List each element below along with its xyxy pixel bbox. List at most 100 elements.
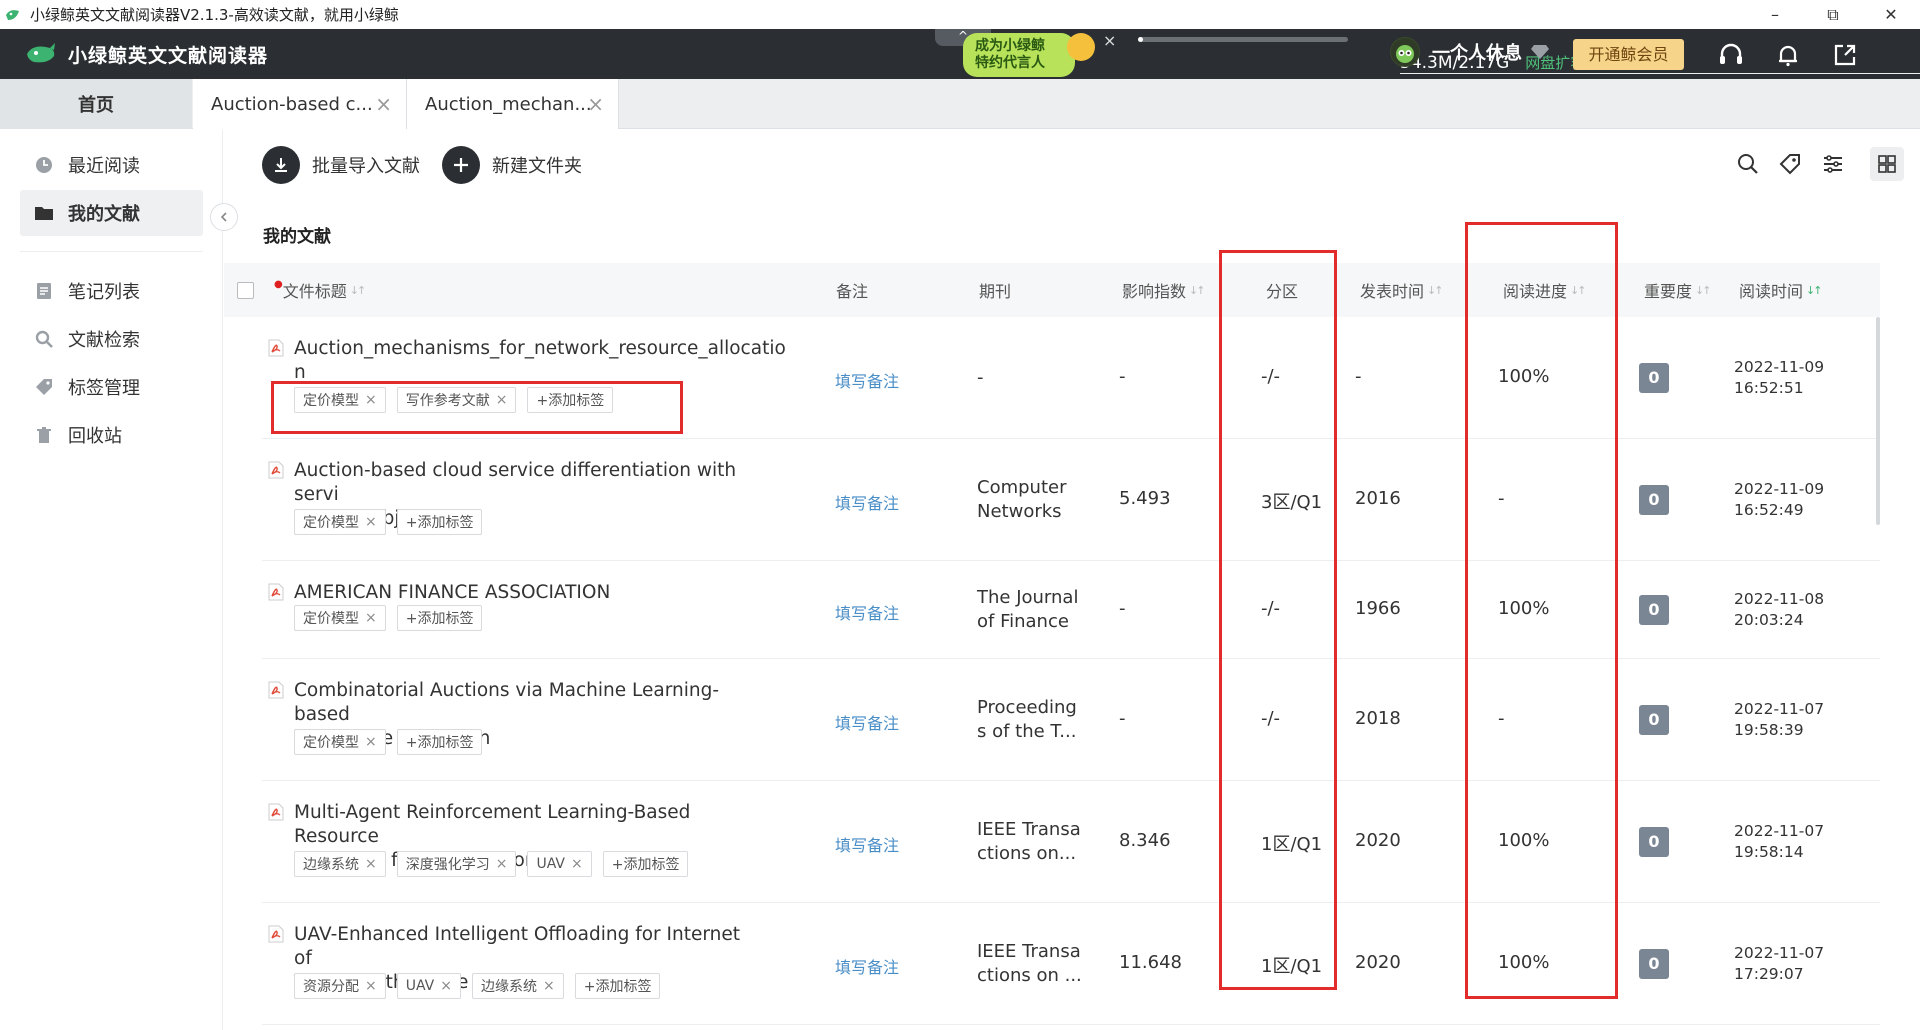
toolbar: 批量导入文献 新建文件夹 bbox=[262, 146, 604, 184]
tag-label: UAV bbox=[536, 856, 565, 872]
importance-badge[interactable]: 0 bbox=[1639, 363, 1669, 393]
note-field[interactable]: 填写备注 bbox=[835, 954, 899, 978]
minimize-button[interactable]: – bbox=[1746, 0, 1804, 29]
column-impact-label: 影响指数 bbox=[1122, 282, 1187, 301]
table-row[interactable]: AMERICAN FINANCE ASSOCIATION 定价模型 × +添加标签 … bbox=[262, 561, 1880, 659]
sidebar-item-my-documents[interactable]: 我的文献 bbox=[20, 190, 203, 236]
add-tag-button[interactable]: +添加标签 bbox=[602, 851, 689, 877]
table-row[interactable]: Combinatorial Auctions via Machine Learn… bbox=[262, 659, 1880, 781]
tag-icon[interactable] bbox=[1778, 152, 1802, 176]
read-time: 2022-11-08 20:03:24 bbox=[1734, 589, 1824, 631]
username: 一个人休息 bbox=[1432, 43, 1522, 64]
sidebar-item-notes[interactable]: 笔记列表 bbox=[20, 268, 203, 314]
tag-remove-icon[interactable]: × bbox=[440, 978, 452, 994]
column-pub-time[interactable]: 发表时间 ↓↑ bbox=[1360, 263, 1444, 317]
add-tag-button[interactable]: +添加标签 bbox=[574, 973, 661, 999]
publish-year: - bbox=[1355, 366, 1362, 387]
document-title[interactable]: AMERICAN FINANCE ASSOCIATION bbox=[294, 581, 754, 605]
tab-close-icon[interactable]: × bbox=[375, 92, 392, 116]
scrollbar[interactable] bbox=[1876, 317, 1880, 525]
read-date: 2022-11-09 bbox=[1734, 358, 1825, 376]
read-date: 2022-11-07 bbox=[1734, 944, 1825, 962]
note-field[interactable]: 填写备注 bbox=[835, 600, 899, 624]
brand[interactable]: 小绿鲸英文文献阅读器 bbox=[24, 40, 268, 68]
tag-remove-icon[interactable]: × bbox=[365, 856, 377, 872]
importance-badge[interactable]: 0 bbox=[1639, 949, 1669, 979]
tag-remove-icon[interactable]: × bbox=[365, 610, 377, 626]
tag-remove-icon[interactable]: × bbox=[365, 978, 377, 994]
table-row[interactable]: UAV-Enhanced Intelligent Offloading for … bbox=[262, 903, 1880, 1025]
sidebar-collapse-button[interactable] bbox=[210, 203, 238, 231]
select-all-checkbox[interactable] bbox=[237, 263, 254, 317]
document-title[interactable]: Auction_mechanisms_for_network_resource_… bbox=[294, 337, 786, 385]
tab-label: 首页 bbox=[78, 95, 114, 116]
importance-badge[interactable]: 0 bbox=[1639, 827, 1669, 857]
add-tag-button[interactable]: +添加标签 bbox=[396, 729, 483, 755]
avatar[interactable] bbox=[1390, 37, 1420, 67]
note-field[interactable]: 填写备注 bbox=[835, 832, 899, 856]
tab-document-2[interactable]: Auction_mechan... × bbox=[407, 79, 619, 129]
tab-label: Auction_mechan... bbox=[425, 93, 592, 115]
publish-year: 2020 bbox=[1355, 830, 1401, 851]
note-field[interactable]: 填写备注 bbox=[835, 710, 899, 734]
table-row[interactable]: Multi-Agent Reinforcement Learning-Based… bbox=[262, 781, 1880, 903]
promo-badge[interactable]: 成为小绿鲸 特约代言人 bbox=[963, 33, 1075, 77]
tag-chip[interactable]: UAV × bbox=[396, 973, 461, 999]
tag-remove-icon[interactable]: × bbox=[365, 514, 377, 530]
table-row[interactable]: Auction-based cloud service differentiat… bbox=[262, 439, 1880, 561]
headset-icon[interactable] bbox=[1718, 42, 1744, 68]
tag-remove-icon[interactable]: × bbox=[365, 734, 377, 750]
search-icon[interactable] bbox=[1736, 152, 1760, 176]
sidebar-item-tags[interactable]: 标签管理 bbox=[20, 364, 203, 410]
add-tag-button[interactable]: +添加标签 bbox=[396, 605, 483, 631]
bell-icon[interactable] bbox=[1775, 42, 1801, 68]
grid-view-button[interactable] bbox=[1870, 147, 1904, 181]
column-title[interactable]: ● 文件标题 ↓↑ bbox=[274, 263, 366, 317]
tab-document-1[interactable]: Auction-based c... × bbox=[193, 79, 407, 129]
tag-remove-icon[interactable]: × bbox=[543, 978, 555, 994]
tag-chip[interactable]: 定价模型 × bbox=[294, 509, 386, 535]
plus-icon bbox=[442, 146, 480, 184]
sidebar-item-search[interactable]: 文献检索 bbox=[20, 316, 203, 362]
column-read-time[interactable]: 阅读时间 ↓↑ bbox=[1739, 263, 1823, 317]
tag-chip[interactable]: 资源分配 × bbox=[294, 973, 386, 999]
batch-import-button[interactable]: 批量导入文献 bbox=[262, 146, 420, 184]
tag-chip[interactable]: UAV × bbox=[527, 851, 592, 877]
sidebar-item-recent[interactable]: 最近阅读 bbox=[20, 142, 203, 188]
tag-chip[interactable]: 边缘系统 × bbox=[471, 973, 564, 999]
tag-chip[interactable]: 定价模型 × bbox=[294, 605, 386, 631]
tab-home[interactable]: 首页 bbox=[0, 79, 192, 129]
share-out-icon[interactable] bbox=[1832, 42, 1858, 68]
tab-close-icon[interactable]: × bbox=[587, 92, 604, 116]
tag-chip[interactable]: 边缘系统 × bbox=[294, 851, 386, 877]
document-title-line: UAV-Enhanced Intelligent Offloading for … bbox=[294, 924, 740, 969]
vip-button[interactable]: 开通鲸会员 bbox=[1573, 39, 1684, 70]
grid-view-icon bbox=[1878, 155, 1896, 173]
note-field[interactable]: 填写备注 bbox=[835, 490, 899, 514]
note-field[interactable]: 填写备注 bbox=[835, 368, 899, 392]
tag-remove-icon[interactable]: × bbox=[496, 856, 508, 872]
tag-label: 边缘系统 bbox=[480, 979, 537, 995]
tag-chip[interactable]: 深度强化学习 × bbox=[396, 851, 517, 877]
restore-button[interactable]: ⧉ bbox=[1804, 0, 1862, 29]
tag-chip[interactable]: 定价模型 × bbox=[294, 729, 386, 755]
column-importance[interactable]: 重要度 ↓↑ bbox=[1644, 263, 1712, 317]
importance-badge[interactable]: 0 bbox=[1639, 705, 1669, 735]
importance-badge[interactable]: 0 bbox=[1639, 485, 1669, 515]
tag-label: 边缘系统 bbox=[303, 857, 359, 873]
promo-line-2: 特约代言人 bbox=[975, 55, 1045, 71]
filter-icon[interactable] bbox=[1821, 152, 1845, 176]
add-tag-button[interactable]: +添加标签 bbox=[396, 509, 483, 535]
importance-badge[interactable]: 0 bbox=[1639, 595, 1669, 625]
new-folder-button[interactable]: 新建文件夹 bbox=[442, 146, 582, 184]
promo-banner[interactable]: ^ 成为小绿鲸 特约代言人 × bbox=[935, 29, 1116, 77]
sidebar-item-trash[interactable]: 回收站 bbox=[20, 412, 203, 458]
promo-close-button[interactable]: × bbox=[1103, 31, 1116, 50]
whale-logo-icon bbox=[27, 43, 55, 63]
close-window-button[interactable]: ✕ bbox=[1862, 0, 1920, 29]
tag-remove-icon[interactable]: × bbox=[571, 856, 583, 872]
impact-factor: 8.346 bbox=[1119, 830, 1171, 851]
column-impact[interactable]: 影响指数 ↓↑ bbox=[1122, 263, 1206, 317]
journal-cell: - bbox=[977, 366, 1087, 390]
user-profile[interactable]: 一个人休息 bbox=[1390, 37, 1550, 67]
